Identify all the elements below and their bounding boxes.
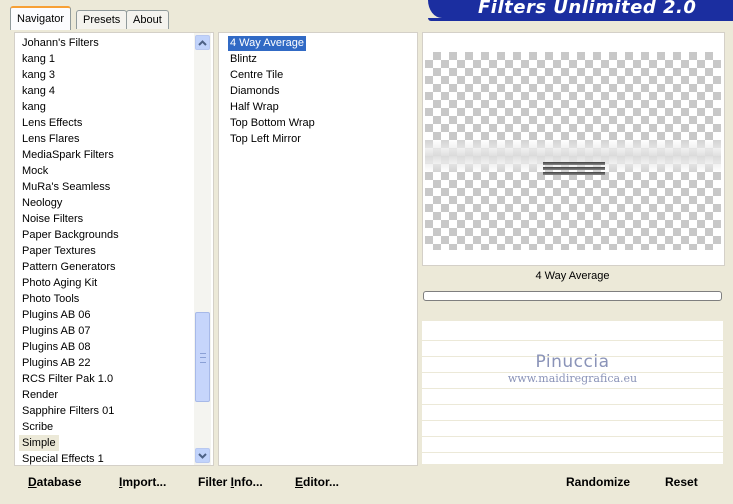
- category-item[interactable]: MediaSpark Filters: [19, 147, 117, 163]
- category-item[interactable]: Plugins AB 22: [19, 355, 94, 371]
- button-bar: Database Import... Filter Info... Editor…: [0, 466, 733, 504]
- current-filter-name: 4 Way Average: [535, 270, 610, 282]
- preview-image: [425, 52, 721, 250]
- category-item[interactable]: kang 4: [19, 83, 58, 99]
- category-item[interactable]: Paper Textures: [19, 243, 99, 259]
- filter-item[interactable]: Diamonds: [228, 84, 282, 99]
- parameter-area: [422, 321, 723, 464]
- category-item[interactable]: Plugins AB 08: [19, 339, 94, 355]
- category-item[interactable]: Sapphire Filters 01: [19, 403, 117, 419]
- category-item[interactable]: kang: [19, 99, 49, 115]
- preview-thumbnail: [543, 162, 605, 178]
- category-item[interactable]: Pattern Generators: [19, 259, 119, 275]
- progress-bar: [423, 291, 722, 301]
- category-item[interactable]: Scribe: [19, 419, 56, 435]
- randomize-button[interactable]: Randomize: [566, 474, 630, 490]
- database-button[interactable]: Database: [28, 474, 81, 490]
- category-item[interactable]: Noise Filters: [19, 211, 86, 227]
- watermark: Pinuccia www.maidiregrafica.eu: [422, 352, 723, 385]
- category-item[interactable]: Plugins AB 06: [19, 307, 94, 323]
- filter-list-panel: 4 Way Average Blintz Centre Tile Diamonds Ha…: [218, 32, 418, 466]
- import-button[interactable]: Import...: [119, 474, 166, 490]
- editor-button[interactable]: Editor...: [295, 474, 339, 490]
- grip-icon: [200, 353, 206, 363]
- tab-navigator[interactable]: Navigator: [10, 6, 72, 30]
- category-item[interactable]: Paper Backgrounds: [19, 227, 122, 243]
- category-item[interactable]: kang 3: [19, 67, 58, 83]
- category-list[interactable]: Johann's Filters kang 1 kang 3 kang 4 kang Le…: [15, 33, 195, 465]
- category-item[interactable]: kang 1: [19, 51, 58, 67]
- filter-item[interactable]: Blintz: [228, 52, 259, 67]
- category-item[interactable]: Simple: [19, 435, 59, 451]
- watermark-name: Pinuccia: [535, 352, 610, 372]
- category-item[interactable]: Render: [19, 387, 61, 403]
- category-item[interactable]: Photo Aging Kit: [19, 275, 100, 291]
- preview-panel: [422, 32, 725, 266]
- filter-item[interactable]: Half Wrap: [228, 100, 281, 115]
- category-item[interactable]: Special Effects 1: [19, 451, 107, 467]
- scroll-up-button[interactable]: [195, 35, 210, 50]
- tab-about[interactable]: About: [126, 10, 169, 29]
- filter-info-button[interactable]: Filter Info...: [198, 474, 263, 490]
- filter-item[interactable]: Top Left Mirror: [228, 132, 303, 147]
- reset-button[interactable]: Reset: [665, 474, 698, 490]
- filter-item[interactable]: Top Bottom Wrap: [228, 116, 317, 131]
- category-item[interactable]: Neology: [19, 195, 65, 211]
- chevron-up-icon: [198, 39, 207, 46]
- category-list-panel: Johann's Filters kang 1 kang 3 kang 4 kang Le…: [14, 32, 214, 466]
- category-item[interactable]: Plugins AB 07: [19, 323, 94, 339]
- category-scrollbar[interactable]: [194, 33, 211, 465]
- category-item[interactable]: Johann's Filters: [19, 35, 102, 51]
- category-item[interactable]: RCS Filter Pak 1.0: [19, 371, 116, 387]
- filter-item[interactable]: 4 Way Average: [227, 35, 307, 52]
- category-item[interactable]: Mock: [19, 163, 51, 179]
- chevron-down-icon: [198, 452, 207, 459]
- watermark-url: www.maidiregrafica.eu: [507, 372, 638, 385]
- banner-title: Filters Unlimited 2.0: [478, 0, 697, 18]
- tab-presets[interactable]: Presets: [76, 10, 128, 29]
- filter-item[interactable]: Centre Tile: [228, 68, 285, 83]
- category-item[interactable]: MuRa's Seamless: [19, 179, 113, 195]
- category-item[interactable]: Lens Effects: [19, 115, 85, 131]
- category-item[interactable]: Photo Tools: [19, 291, 82, 307]
- scroll-thumb[interactable]: [195, 312, 210, 402]
- category-item[interactable]: Lens Flares: [19, 131, 82, 147]
- scroll-down-button[interactable]: [195, 448, 210, 463]
